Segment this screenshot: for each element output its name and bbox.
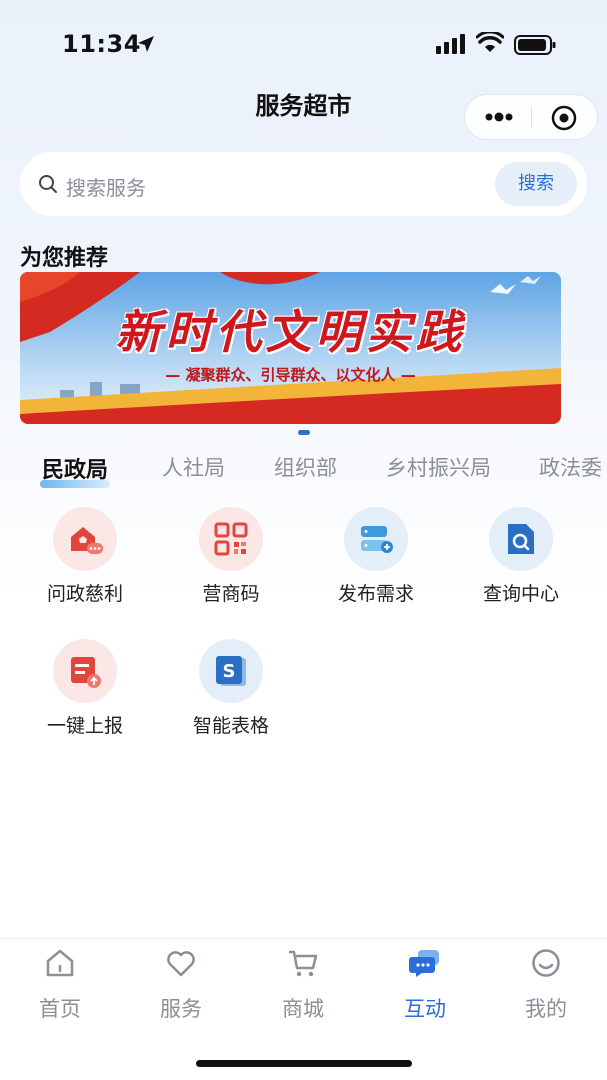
heart-icon xyxy=(167,951,195,977)
tabbar-label: 首页 xyxy=(39,997,81,1021)
banner-title: 新时代文明实践 xyxy=(115,305,466,359)
service-label: 智能表格 xyxy=(192,715,269,737)
service-label: 问政慈利 xyxy=(46,583,123,605)
search-button[interactable]: 搜索 xyxy=(495,162,577,206)
status-time: 11:34 xyxy=(62,30,141,58)
service-item[interactable]: 查询中心 xyxy=(456,507,586,606)
service-item[interactable]: 营商码 xyxy=(166,507,296,606)
close-target-icon[interactable] xyxy=(551,105,577,131)
home-icon xyxy=(46,949,74,977)
service-label: 查询中心 xyxy=(482,583,559,605)
carousel-indicator xyxy=(298,430,310,435)
chat-icon xyxy=(409,950,439,977)
tabbar-label: 互动 xyxy=(404,997,446,1021)
cart-icon xyxy=(289,950,318,977)
report-upload-icon xyxy=(71,657,101,688)
cellular-signal-icon xyxy=(436,34,465,54)
tabbar-label: 商城 xyxy=(282,997,324,1021)
sheet-s-icon: S xyxy=(216,656,246,686)
profile-icon xyxy=(532,949,560,977)
status-bar: 11:34 xyxy=(0,0,607,80)
home-indicator xyxy=(196,1060,412,1067)
tabbar-mine[interactable]: 我的 xyxy=(496,947,596,1023)
service-item[interactable]: 问政慈利 xyxy=(20,507,150,606)
service-item[interactable]: 发布需求 xyxy=(311,507,441,606)
wifi-icon xyxy=(476,32,504,52)
tab-rural-revitalization[interactable]: 乡村振兴局 xyxy=(386,452,491,482)
search-input[interactable]: 搜索服务 xyxy=(66,172,146,201)
doc-search-icon xyxy=(508,524,534,554)
server-add-icon xyxy=(361,526,393,553)
mini-program-capsule xyxy=(464,94,598,140)
house-chat-icon xyxy=(71,527,103,554)
search-bar[interactable]: 搜索服务 搜索 xyxy=(20,152,587,216)
tabbar-home[interactable]: 首页 xyxy=(10,947,110,1023)
qr-code-icon xyxy=(214,522,248,556)
service-item[interactable]: 一键上报 xyxy=(20,639,150,738)
capsule-divider xyxy=(531,107,532,129)
svg-text:S: S xyxy=(223,661,236,682)
bottom-tab-bar: 首页 服务 商城 互动 我的 xyxy=(0,938,607,1080)
service-label: 营商码 xyxy=(202,583,260,605)
more-options-icon[interactable] xyxy=(483,109,515,125)
tab-human-resources[interactable]: 人社局 xyxy=(162,452,225,482)
tabbar-label: 服务 xyxy=(160,997,202,1021)
tabbar-mall[interactable]: 商城 xyxy=(253,947,353,1023)
search-icon xyxy=(39,175,57,193)
service-item[interactable]: S 智能表格 xyxy=(166,639,296,738)
recommend-banner[interactable]: 新时代文明实践 — 凝聚群众、引导群众、以文化人 — xyxy=(20,272,561,424)
tabbar-interact[interactable]: 互动 xyxy=(375,947,475,1023)
battery-icon xyxy=(514,35,556,55)
tabbar-label: 我的 xyxy=(525,997,567,1021)
banner-subtitle: — 凝聚群众、引导群众、以文化人 — xyxy=(165,366,416,384)
section-title: 为您推荐 xyxy=(20,246,109,271)
service-label: 发布需求 xyxy=(337,583,414,605)
location-arrow-icon xyxy=(138,36,154,52)
tab-political-legal[interactable]: 政法委 xyxy=(539,452,602,482)
tab-active-indicator xyxy=(40,480,110,488)
service-label: 一键上报 xyxy=(46,715,123,737)
tabbar-service[interactable]: 服务 xyxy=(131,947,231,1023)
tab-organization[interactable]: 组织部 xyxy=(274,452,337,482)
